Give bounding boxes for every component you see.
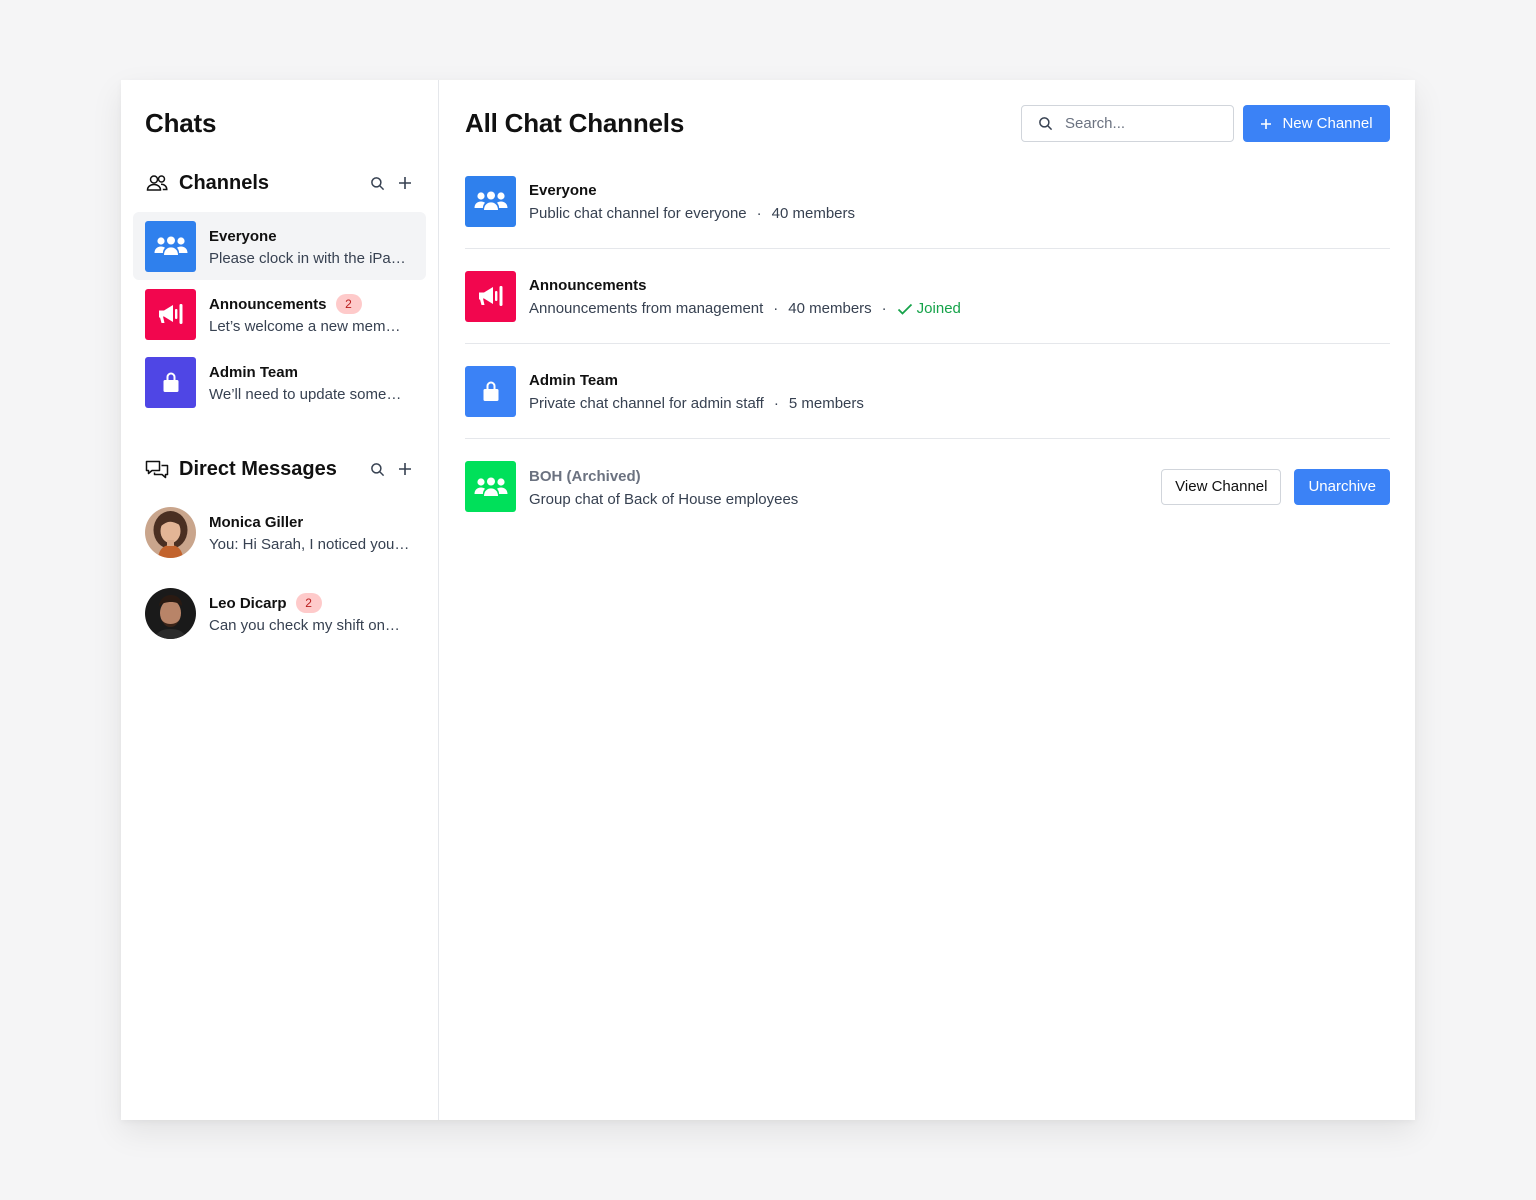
megaphone-icon — [145, 288, 196, 340]
separator: · — [756, 205, 762, 222]
channel-name: Admin Team — [209, 363, 298, 381]
channel-name: Everyone — [529, 182, 597, 199]
separator: · — [773, 395, 779, 412]
search-icon — [1039, 117, 1053, 131]
lock-icon — [465, 365, 516, 417]
search-icon — [370, 462, 384, 476]
joined-label: Joined — [916, 300, 961, 317]
add-dm-button[interactable] — [395, 459, 415, 479]
channel-row-announcements[interactable]: Announcements Announcements from managem… — [465, 249, 1390, 344]
group-icon — [465, 175, 516, 227]
separator: · — [881, 300, 887, 317]
plus-icon — [1260, 115, 1272, 133]
contact-name: Monica Giller — [209, 513, 304, 531]
plus-icon — [399, 463, 411, 475]
group-icon — [145, 220, 196, 272]
view-channel-button[interactable]: View Channel — [1161, 468, 1282, 505]
add-channel-button[interactable] — [395, 173, 415, 193]
message-preview: Can you check my shift on… — [209, 617, 400, 634]
sidebar-channel-everyone[interactable]: Everyone Please clock in with the iPa… — [133, 212, 426, 280]
avatar — [145, 506, 196, 558]
channel-row-admin-team[interactable]: Admin Team Private chat channel for admi… — [465, 344, 1390, 439]
new-channel-label: New Channel — [1282, 115, 1373, 132]
unread-badge: 2 — [295, 593, 322, 613]
search-field[interactable] — [1021, 105, 1234, 142]
member-count: 40 members — [771, 205, 856, 222]
channels-section-header: Channels — [145, 169, 415, 197]
search-dm-button[interactable] — [367, 459, 387, 479]
channel-name: Announcements — [209, 295, 327, 313]
sidebar: Chats Channels Everyone Please clock in … — [121, 80, 439, 1120]
channel-description: Private chat channel for admin staff — [529, 395, 764, 412]
new-channel-button[interactable]: New Channel — [1243, 105, 1390, 142]
sidebar-channel-admin-team[interactable]: Admin Team We’ll need to update some… — [133, 348, 426, 416]
joined-status: Joined — [897, 300, 961, 317]
sidebar-title: Chats — [145, 108, 217, 138]
page-title: All Chat Channels — [465, 108, 685, 138]
search-channels-button[interactable] — [367, 173, 387, 193]
chat-window: Chats Channels Everyone Please clock in … — [121, 80, 1415, 1120]
contact-name: Leo Dicarp — [209, 594, 287, 612]
users-icon — [145, 171, 169, 195]
message-preview: Let’s welcome a new mem… — [209, 318, 401, 335]
unarchive-button[interactable]: Unarchive — [1294, 468, 1390, 505]
group-icon — [465, 461, 516, 512]
dm-section-label: Direct Messages — [179, 457, 337, 480]
search-input[interactable] — [1065, 115, 1215, 132]
channel-description: Announcements from management — [529, 300, 764, 317]
channel-row-everyone[interactable]: Everyone Public chat channel for everyon… — [465, 154, 1390, 249]
channel-name: BOH (Archived) — [529, 467, 641, 485]
chat-bubbles-icon — [145, 457, 169, 481]
channels-section-label: Channels — [179, 171, 270, 194]
sidebar-channel-announcements[interactable]: Announcements 2 Let’s welcome a new mem… — [133, 280, 426, 348]
channel-name: Announcements — [529, 277, 647, 294]
message-preview: You: Hi Sarah, I noticed you… — [209, 536, 410, 553]
channel-name: Admin Team — [529, 372, 618, 389]
channel-description: Public chat channel for everyone — [529, 205, 747, 222]
separator: · — [773, 300, 779, 317]
megaphone-icon — [465, 270, 516, 322]
search-icon — [370, 176, 384, 190]
channel-name: Everyone — [209, 227, 277, 245]
avatar — [145, 587, 196, 639]
dm-section-header: Direct Messages — [145, 455, 415, 483]
dm-item-monica-giller[interactable]: Monica Giller You: Hi Sarah, I noticed y… — [133, 498, 426, 566]
check-icon — [897, 303, 912, 315]
message-preview: We’ll need to update some… — [209, 386, 402, 403]
member-count: 5 members — [788, 395, 864, 412]
unread-badge: 2 — [335, 294, 362, 314]
plus-icon — [399, 177, 411, 189]
channel-row-boh-archived[interactable]: BOH (Archived) Group chat of Back of Hou… — [465, 439, 1390, 534]
channel-description: Group chat of Back of House employees — [529, 490, 799, 508]
lock-icon — [145, 356, 196, 408]
message-preview: Please clock in with the iPa… — [209, 250, 406, 267]
member-count: 40 members — [788, 300, 872, 317]
dm-item-leo-dicarp[interactable]: Leo Dicarp 2 Can you check my shift on… — [133, 579, 426, 647]
main-panel: All Chat Channels New Channel Eve — [439, 80, 1415, 1120]
